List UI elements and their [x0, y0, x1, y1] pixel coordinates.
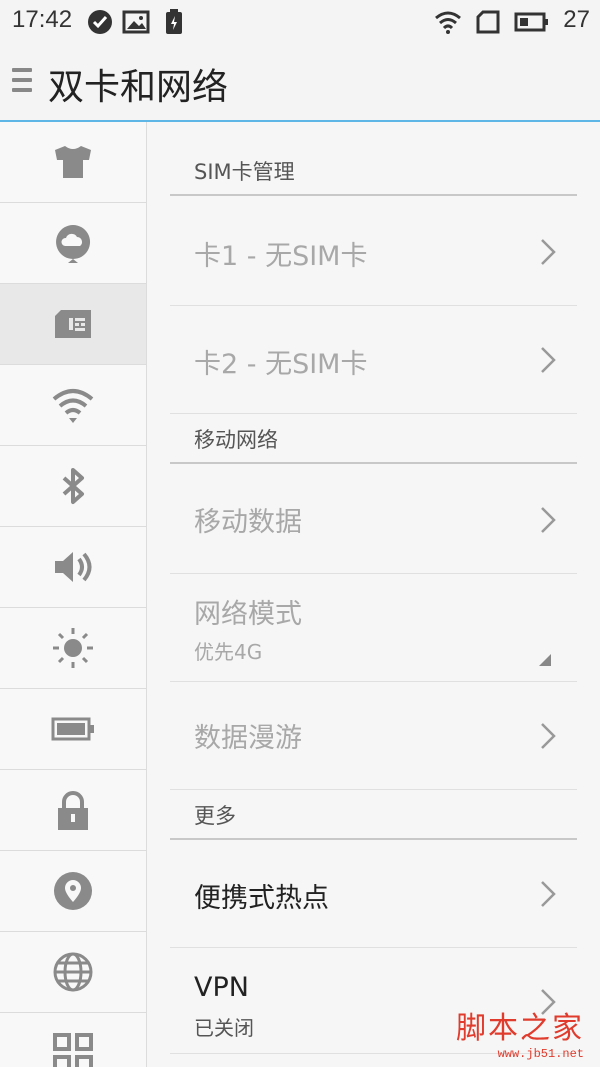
chevron-right-icon: [541, 881, 556, 907]
sidebar-item-display[interactable]: [0, 608, 146, 689]
sidebar-item-theme[interactable]: [0, 122, 146, 203]
sidebar-item-bluetooth[interactable]: [0, 446, 146, 527]
section-header-more: 更多: [170, 792, 577, 840]
image-icon: [122, 8, 150, 36]
apps-grid-icon: [53, 1033, 93, 1067]
section-title: 更多: [194, 804, 236, 828]
theme-shirt-icon: [55, 146, 91, 178]
sidebar-item-cloud[interactable]: [0, 203, 146, 284]
wifi-icon: [434, 8, 462, 36]
battery-icon: [514, 8, 550, 36]
status-bar: 17:42 27: [0, 0, 600, 44]
section-title: SIM卡管理: [194, 160, 295, 184]
page-title: 双卡和网络: [48, 67, 229, 108]
chevron-right-icon: [541, 347, 556, 373]
dropdown-corner-icon: [539, 654, 551, 666]
section-header-sim: SIM卡管理: [170, 148, 577, 196]
settings-sidebar: [0, 122, 147, 1067]
row-mobile-data[interactable]: 移动数据: [170, 466, 577, 574]
brightness-icon: [53, 628, 93, 668]
sidebar-item-battery[interactable]: [0, 689, 146, 770]
section-header-mobile: 移动网络: [170, 416, 577, 464]
battery-percent: 27: [563, 6, 590, 33]
section-title: 移动网络: [194, 428, 278, 452]
volume-icon: [55, 552, 92, 582]
chevron-right-icon: [541, 239, 556, 265]
status-time: 17:42: [12, 6, 73, 33]
row-sim-card-2[interactable]: 卡2 - 无SIM卡: [170, 306, 577, 414]
sidebar-item-wifi[interactable]: [0, 365, 146, 446]
sidebar-item-apps[interactable]: [0, 1013, 146, 1067]
row-label: 数据漫游: [194, 723, 302, 754]
chevron-right-icon: [541, 723, 556, 749]
check-circle-icon: [86, 8, 114, 36]
row-label: 网络模式: [194, 599, 302, 630]
title-bar: 双卡和网络: [0, 44, 600, 122]
battery-saver-icon: [160, 8, 188, 36]
row-value: 已关闭: [194, 1016, 254, 1040]
row-label: 卡1 - 无SIM卡: [194, 241, 368, 272]
location-icon: [54, 872, 92, 910]
row-network-mode[interactable]: 网络模式 优先4G: [170, 574, 577, 682]
row-label: 移动数据: [194, 507, 302, 538]
row-label: VPN: [194, 972, 249, 1003]
row-label: 卡2 - 无SIM卡: [194, 349, 368, 380]
sidebar-item-security[interactable]: [0, 770, 146, 851]
watermark: 脚本之家 www.jb51.net: [456, 1003, 584, 1061]
wifi-icon: [52, 389, 94, 423]
sidebar-item-language[interactable]: [0, 932, 146, 1013]
sim-icon: [474, 8, 502, 36]
watermark-text: 脚本之家: [456, 1011, 584, 1046]
chevron-right-icon: [541, 507, 556, 533]
row-hotspot[interactable]: 便携式热点: [170, 840, 577, 948]
row-label: 便携式热点: [194, 883, 329, 914]
sidebar-item-sim[interactable]: [0, 284, 146, 365]
menu-icon[interactable]: [12, 68, 34, 98]
row-data-roaming[interactable]: 数据漫游: [170, 682, 577, 790]
globe-icon: [53, 952, 93, 992]
sidebar-item-sound[interactable]: [0, 527, 146, 608]
settings-content: SIM卡管理 卡1 - 无SIM卡 卡2 - 无SIM卡 移动网络 移动数据 网…: [148, 122, 600, 1067]
battery-icon: [51, 717, 94, 741]
sidebar-item-location[interactable]: [0, 851, 146, 932]
row-value: 优先4G: [194, 640, 263, 664]
bluetooth-icon: [62, 468, 84, 504]
sim-card-icon: [55, 310, 91, 338]
cloud-account-icon: [56, 225, 91, 263]
watermark-url: www.jb51.net: [497, 1047, 584, 1061]
row-sim-card-1[interactable]: 卡1 - 无SIM卡: [170, 198, 577, 306]
lock-icon: [58, 791, 88, 830]
